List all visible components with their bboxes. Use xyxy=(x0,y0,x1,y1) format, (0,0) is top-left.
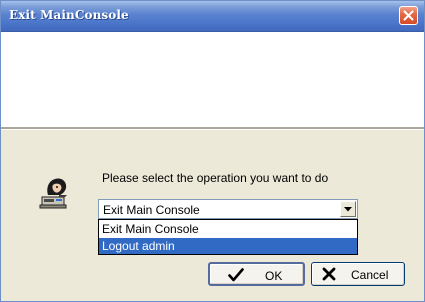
title-bar[interactable]: Exit MainConsole xyxy=(1,1,424,32)
operation-select[interactable]: Exit Main Console xyxy=(98,199,358,219)
exit-dialog: Exit MainConsole Please select the opera… xyxy=(0,0,425,302)
dropdown-button[interactable] xyxy=(340,201,356,217)
option-exit-main-console[interactable]: Exit Main Console xyxy=(99,221,357,237)
close-button[interactable] xyxy=(399,6,418,25)
option-logout-admin[interactable]: Logout admin xyxy=(99,238,357,254)
ok-label: OK xyxy=(265,269,283,283)
divider xyxy=(1,127,424,130)
operation-options-list: Exit Main Console Logout admin xyxy=(98,219,358,255)
cancel-button[interactable]: Cancel xyxy=(311,262,405,286)
x-mark-icon xyxy=(322,267,336,281)
ok-button[interactable]: OK xyxy=(208,262,305,286)
prompt-text: Please select the operation you want to … xyxy=(102,171,329,185)
chevron-down-icon xyxy=(344,207,352,212)
close-icon xyxy=(403,10,414,21)
cancel-label: Cancel xyxy=(351,268,389,282)
window-title: Exit MainConsole xyxy=(9,8,129,22)
checkmark-icon xyxy=(228,268,244,282)
banner-area xyxy=(1,32,424,127)
user-computer-icon xyxy=(39,173,71,209)
operation-select-value: Exit Main Console xyxy=(103,203,200,217)
